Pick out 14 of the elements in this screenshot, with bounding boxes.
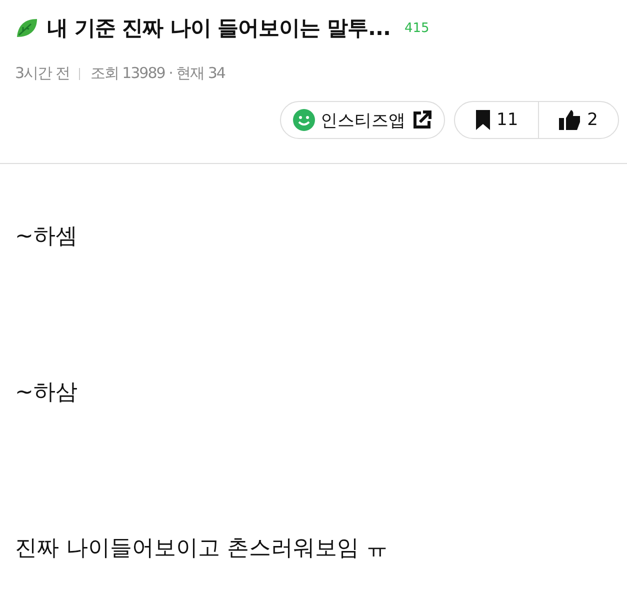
leaf-icon (15, 17, 39, 39)
bookmark-icon (474, 110, 491, 130)
post-title: 내 기준 진짜 나이 들어보이는 말투... (47, 15, 390, 42)
body-paragraph: ~하삼 (15, 379, 78, 407)
post-time: 3시간 전 (15, 64, 70, 83)
bookmark-button[interactable]: 11 (454, 102, 538, 138)
app-link-button[interactable]: 인스티즈앱 (280, 102, 444, 138)
like-button[interactable]: 2 (538, 102, 618, 138)
thumbs-up-icon (559, 110, 582, 130)
smiley-icon (292, 109, 315, 131)
view-count: 조회 13989 · 현재 34 (90, 64, 225, 83)
external-link-icon (412, 110, 432, 130)
body-paragraph: ~하셈 (15, 223, 78, 251)
body-paragraph: 진짜 나이들어보이고 촌스러워보임 ㅠ (15, 535, 389, 563)
